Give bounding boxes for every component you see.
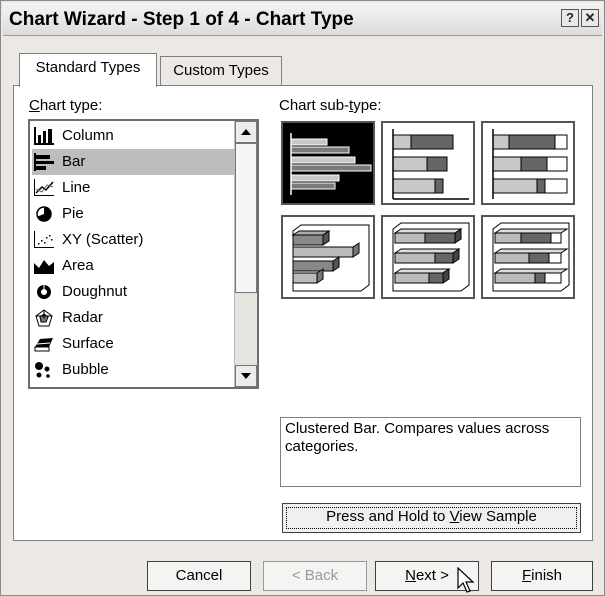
next-label: ext >: [415, 567, 449, 584]
title-bar: Chart Wizard - Step 1 of 4 - Chart Type …: [3, 3, 602, 36]
pie-chart-icon: [36, 206, 52, 222]
scroll-up-button[interactable]: [235, 121, 257, 143]
chart-type-accel: C: [29, 97, 40, 114]
subtype-label-b: ype:: [353, 97, 382, 114]
3d-percent-stacked-bar-thumbnail: [492, 222, 570, 292]
item-label: Bubble: [62, 361, 109, 378]
chart-type-scrollbar[interactable]: [234, 121, 257, 387]
clustered-bar-thumbnail: [290, 133, 372, 195]
list-item-area[interactable]: Area: [32, 253, 234, 279]
list-item-column[interactable]: Column: [32, 123, 234, 149]
item-label: Surface: [62, 335, 114, 352]
doughnut-chart-icon: [37, 285, 51, 299]
radar-chart-icon: [35, 309, 53, 327]
stacked-bar-thumbnail: [392, 129, 469, 200]
close-button[interactable]: ✕: [581, 9, 599, 27]
surface-chart-icon: [34, 338, 53, 352]
list-item-xy-scatter[interactable]: XY (Scatter): [32, 227, 234, 253]
line-chart-icon: [34, 179, 54, 196]
chart-wizard-dialog: Chart Wizard - Step 1 of 4 - Chart Type …: [0, 0, 605, 596]
subtype-clustered-bar[interactable]: [281, 121, 375, 205]
subtype-stacked-bar[interactable]: [381, 121, 475, 205]
3d-stacked-bar-thumbnail: [392, 222, 470, 292]
column-chart-icon: [34, 127, 54, 145]
tab-standard-types[interactable]: Standard Types: [19, 53, 157, 87]
percent-stacked-bar-thumbnail: [492, 129, 568, 199]
scatter-chart-icon: [34, 231, 54, 248]
item-label: Area: [62, 257, 94, 274]
triangle-down-icon: [241, 373, 251, 379]
subtype-3d-clustered-bar[interactable]: [281, 215, 375, 299]
scroll-thumb[interactable]: [235, 143, 257, 293]
area-chart-icon: [34, 260, 54, 274]
subtype-label-a: Chart sub-: [279, 97, 350, 114]
bar-chart-icon: [34, 153, 54, 171]
subtype-description: Clustered Bar. Compares values across ca…: [280, 417, 581, 487]
back-button[interactable]: < Back: [263, 561, 367, 591]
help-button[interactable]: ?: [561, 9, 579, 27]
list-item-pie[interactable]: Pie: [32, 201, 234, 227]
item-label: Doughnut: [62, 283, 128, 300]
finish-label: inish: [531, 567, 563, 584]
finish-accel: F: [521, 567, 532, 584]
item-label: Line: [62, 179, 91, 196]
item-label: Pie: [62, 205, 84, 222]
next-accel: N: [405, 567, 416, 584]
press-and-hold-view-sample-button[interactable]: Press and Hold to View Sample: [282, 503, 581, 533]
item-label: XY (Scatter): [62, 231, 144, 248]
focus-rectangle: [286, 507, 577, 529]
window-title: Chart Wizard - Step 1 of 4 - Chart Type: [9, 9, 354, 30]
chart-subtype-label: Chart sub-type:: [279, 97, 382, 114]
item-label: Bar: [62, 153, 86, 170]
list-item-surface[interactable]: Surface: [32, 331, 234, 357]
subtype-100-stacked-bar[interactable]: [481, 121, 575, 205]
mouse-cursor-icon: [457, 567, 475, 593]
item-label: Column: [62, 127, 114, 144]
list-item-line[interactable]: Line: [32, 175, 234, 201]
3d-clustered-bar-thumbnail: [291, 224, 370, 292]
list-item-bar[interactable]: Bar: [32, 149, 234, 175]
chart-type-list[interactable]: Column Bar Line Pie XY (Scatter) Area Do…: [28, 119, 259, 389]
bubble-chart-icon: [35, 362, 50, 378]
list-item-bubble[interactable]: Bubble: [32, 357, 234, 383]
chart-type-label: Chart type:: [29, 97, 102, 114]
subtype-3d-100-stacked-bar[interactable]: [481, 215, 575, 299]
list-item-radar[interactable]: Radar: [32, 305, 234, 331]
finish-button[interactable]: Finish: [491, 561, 593, 591]
item-label: Radar: [62, 309, 103, 326]
scroll-down-button[interactable]: [235, 365, 257, 387]
tab-custom-types[interactable]: Custom Types: [160, 56, 282, 86]
list-item-doughnut[interactable]: Doughnut: [32, 279, 234, 305]
cancel-button[interactable]: Cancel: [147, 561, 251, 591]
triangle-up-icon: [241, 129, 251, 135]
subtype-3d-stacked-bar[interactable]: [381, 215, 475, 299]
chart-type-label-text: hart type:: [39, 97, 103, 114]
